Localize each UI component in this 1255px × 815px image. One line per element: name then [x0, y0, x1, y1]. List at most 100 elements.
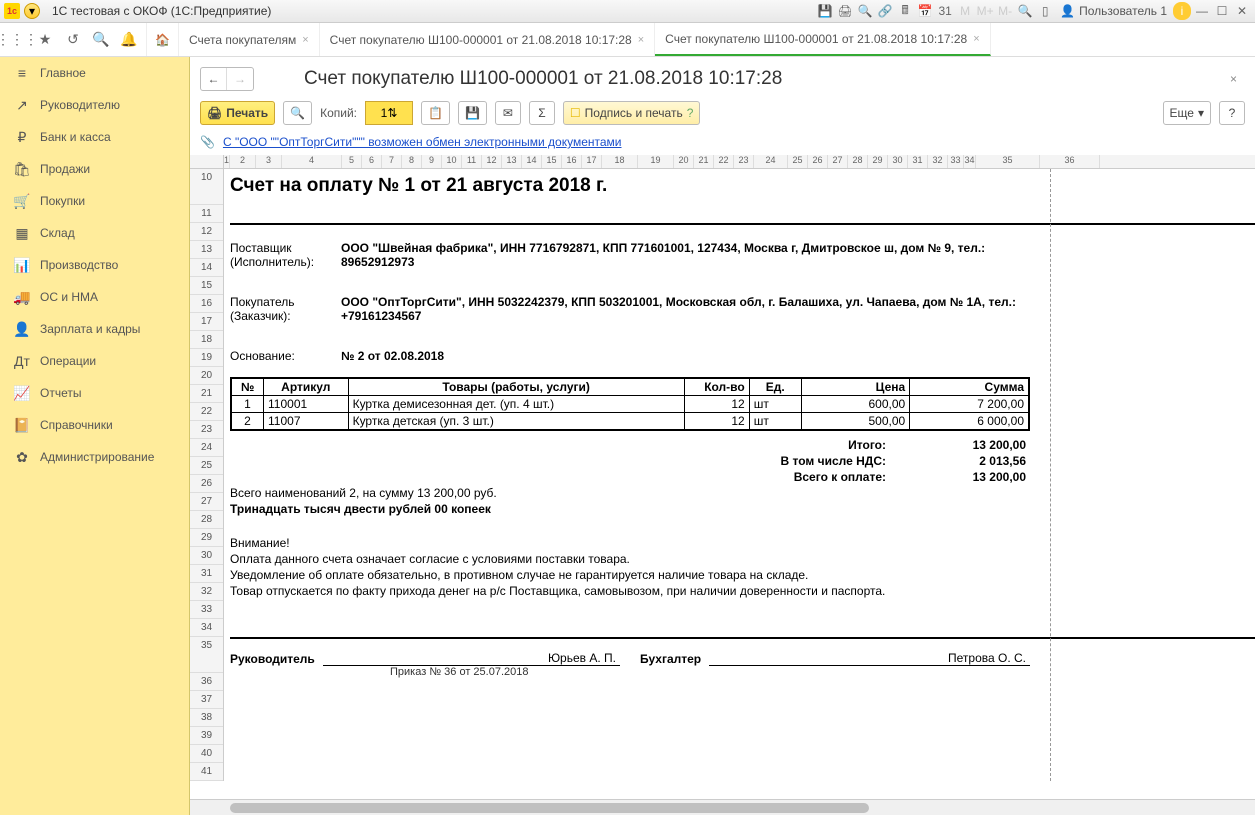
row-header[interactable]: 13	[190, 241, 223, 259]
row-header[interactable]: 15	[190, 277, 223, 295]
search-icon[interactable]: 🔍	[90, 29, 112, 51]
sidebar-item-8[interactable]: 👤Зарплата и кадры	[0, 313, 189, 345]
sidebar-item-6[interactable]: 📊Производство	[0, 249, 189, 281]
sidebar-item-4[interactable]: 🛒Покупки	[0, 185, 189, 217]
calendar-icon[interactable]: 📅	[916, 2, 934, 20]
zoom-icon[interactable]: 🔍	[1016, 2, 1034, 20]
sidebar-item-10[interactable]: 📈Отчеты	[0, 377, 189, 409]
col-header[interactable]: 25	[788, 155, 808, 168]
tab-close-icon[interactable]: ×	[302, 34, 308, 46]
nav-back-button[interactable]: ←	[201, 68, 227, 90]
row-header[interactable]: 33	[190, 601, 223, 619]
sidebar-item-1[interactable]: ↗Руководителю	[0, 89, 189, 121]
save-icon[interactable]: 💾	[816, 2, 834, 20]
horizontal-scrollbar[interactable]	[190, 799, 1255, 815]
col-header[interactable]: 2	[230, 155, 256, 168]
row-header[interactable]: 10	[190, 169, 223, 205]
sidebar-item-2[interactable]: ₽Банк и касса	[0, 121, 189, 153]
apps-icon[interactable]: ⋮⋮⋮	[6, 29, 28, 51]
email-button[interactable]: ✉	[495, 101, 521, 125]
col-header[interactable]: 19	[638, 155, 674, 168]
history-icon[interactable]: ↺	[62, 29, 84, 51]
col-header[interactable]: 33	[948, 155, 964, 168]
row-header[interactable]: 11	[190, 205, 223, 223]
col-header[interactable]: 30	[888, 155, 908, 168]
more-button[interactable]: Еще ▾	[1163, 101, 1211, 125]
row-header[interactable]: 36	[190, 673, 223, 691]
sidebar-item-3[interactable]: 🛍Продажи	[0, 153, 189, 185]
col-header[interactable]: 23	[734, 155, 754, 168]
col-header[interactable]: 14	[522, 155, 542, 168]
preview-button[interactable]: 🔍	[283, 101, 312, 125]
mplus-icon[interactable]: M+	[976, 2, 994, 20]
row-header[interactable]: 23	[190, 421, 223, 439]
col-header[interactable]: 9	[422, 155, 442, 168]
save-button[interactable]: 💾	[458, 101, 487, 125]
col-header[interactable]: 20	[674, 155, 694, 168]
col-header[interactable]: 17	[582, 155, 602, 168]
col-header[interactable]: 28	[848, 155, 868, 168]
settings-button[interactable]: 📋	[421, 101, 450, 125]
col-header[interactable]: 26	[808, 155, 828, 168]
m-icon[interactable]: M	[956, 2, 974, 20]
row-header[interactable]: 26	[190, 475, 223, 493]
close-document-icon[interactable]: ×	[1230, 72, 1237, 86]
sum-button[interactable]: Σ	[529, 101, 555, 125]
main-menu-dropdown[interactable]: ▾	[24, 3, 40, 19]
calc-icon[interactable]: 🖩	[896, 2, 914, 20]
col-header[interactable]: 27	[828, 155, 848, 168]
star-icon[interactable]: ★	[34, 29, 56, 51]
nav-forward-button[interactable]: →	[227, 68, 253, 90]
tab-close-icon[interactable]: ×	[638, 34, 644, 46]
col-header[interactable]: 34	[964, 155, 976, 168]
col-header[interactable]: 22	[714, 155, 734, 168]
link-icon[interactable]: 🔗	[876, 2, 894, 20]
sidebar-item-11[interactable]: 📔Справочники	[0, 409, 189, 441]
sidebar-item-0[interactable]: ≡Главное	[0, 57, 189, 89]
print-button[interactable]: 🖨 Печать	[200, 101, 275, 125]
row-header[interactable]: 14	[190, 259, 223, 277]
col-header[interactable]: 24	[754, 155, 788, 168]
col-header[interactable]: 32	[928, 155, 948, 168]
row-header[interactable]: 41	[190, 763, 223, 781]
col-header[interactable]: 16	[562, 155, 582, 168]
help-button[interactable]: ?	[1219, 101, 1245, 125]
col-header[interactable]: 5	[342, 155, 362, 168]
tab-close-icon[interactable]: ×	[973, 33, 979, 45]
row-header[interactable]: 35	[190, 637, 223, 673]
panels-icon[interactable]: ▯	[1036, 2, 1054, 20]
col-header[interactable]: 10	[442, 155, 462, 168]
col-header[interactable]: 29	[868, 155, 888, 168]
sidebar-item-7[interactable]: 🚚ОС и НМА	[0, 281, 189, 313]
col-header[interactable]: 6	[362, 155, 382, 168]
row-header[interactable]: 17	[190, 313, 223, 331]
row-header[interactable]: 39	[190, 727, 223, 745]
minimize-icon[interactable]: —	[1193, 2, 1211, 20]
tab-invoice-1[interactable]: Счет покупателю Ш100-000001 от 21.08.201…	[320, 23, 656, 56]
copies-input[interactable]: 1 ⇅	[365, 101, 413, 125]
tab-home[interactable]: 🏠	[147, 23, 179, 56]
col-header[interactable]: 31	[908, 155, 928, 168]
row-header[interactable]: 34	[190, 619, 223, 637]
sidebar-item-5[interactable]: ▦Склад	[0, 217, 189, 249]
date-icon[interactable]: 31	[936, 2, 954, 20]
row-header[interactable]: 20	[190, 367, 223, 385]
col-header[interactable]: 13	[502, 155, 522, 168]
maximize-icon[interactable]: ☐	[1213, 2, 1231, 20]
col-header[interactable]: 15	[542, 155, 562, 168]
row-header[interactable]: 16	[190, 295, 223, 313]
col-header[interactable]: 36	[1040, 155, 1100, 168]
col-header[interactable]: 35	[976, 155, 1040, 168]
user-menu[interactable]: 👤 Пользователь 1	[1054, 4, 1173, 18]
tab-invoice-2[interactable]: Счет покупателю Ш100-000001 от 21.08.201…	[655, 23, 991, 56]
row-header[interactable]: 37	[190, 691, 223, 709]
bell-icon[interactable]: 🔔	[118, 29, 140, 51]
sidebar-item-9[interactable]: ДтОперации	[0, 345, 189, 377]
help-icon[interactable]: i	[1173, 2, 1191, 20]
row-header[interactable]: 24	[190, 439, 223, 457]
col-header[interactable]: 3	[256, 155, 282, 168]
row-header[interactable]: 29	[190, 529, 223, 547]
row-header[interactable]: 30	[190, 547, 223, 565]
col-header[interactable]: 12	[482, 155, 502, 168]
col-header[interactable]: 4	[282, 155, 342, 168]
